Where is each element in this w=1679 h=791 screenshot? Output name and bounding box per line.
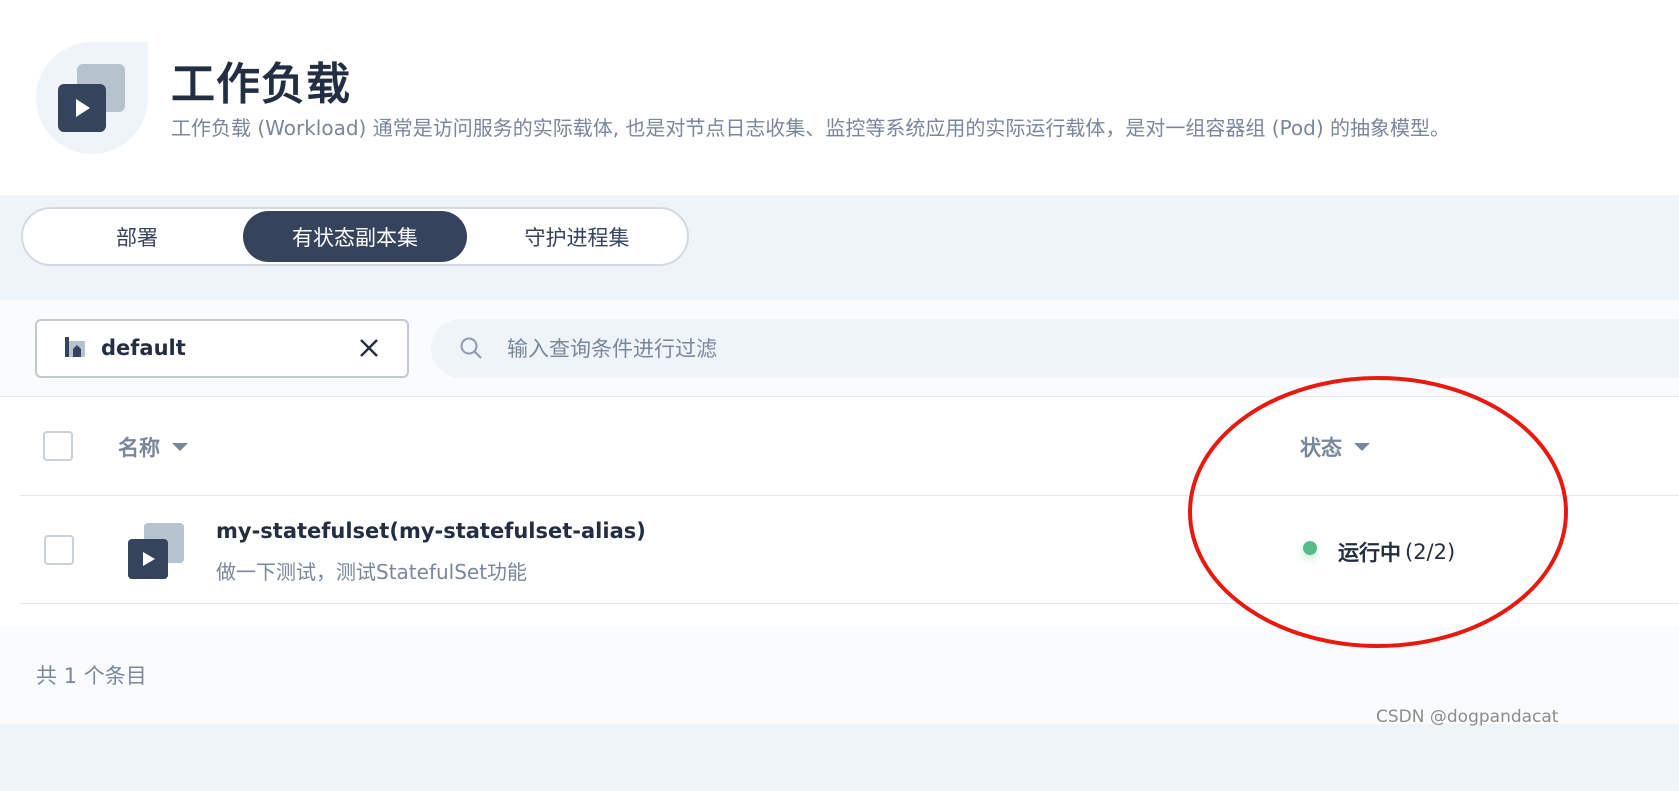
page-title: 工作负载 bbox=[171, 59, 351, 110]
sort-caret-icon bbox=[172, 443, 188, 451]
column-header-status[interactable]: 状态 bbox=[1300, 432, 1370, 462]
total-count: 共 1 个条目 bbox=[36, 664, 147, 688]
table-row: my-statefulset(my-statefulset-alias) 做一下… bbox=[20, 497, 1679, 604]
status-replica-count: (2/2) bbox=[1405, 540, 1456, 564]
list-toolbar: default bbox=[0, 300, 1679, 397]
status-cell: 运行中 (2/2) bbox=[1303, 537, 1455, 567]
tab-statefulsets[interactable]: 有状态副本集 bbox=[243, 211, 467, 262]
status-dot-icon bbox=[1303, 541, 1317, 555]
close-icon[interactable] bbox=[357, 336, 381, 360]
statefulset-icon bbox=[128, 523, 186, 579]
search-input[interactable] bbox=[507, 319, 1607, 378]
watermark: CSDN @dogpandacat bbox=[1376, 707, 1559, 727]
tab-daemonsets[interactable]: 守护进程集 bbox=[465, 211, 689, 262]
row-checkbox[interactable] bbox=[44, 535, 74, 565]
page-header: 工作负载 工作负载 (Workload) 通常是访问服务的实际载体, 也是对节点… bbox=[0, 0, 1679, 195]
play-icon bbox=[143, 552, 155, 566]
workload-description: 做一下测试，测试StatefulSet功能 bbox=[216, 560, 528, 584]
workloads-page: 工作负载 工作负载 (Workload) 通常是访问服务的实际载体, 也是对节点… bbox=[0, 0, 1679, 791]
search-bar bbox=[431, 319, 1679, 378]
sort-caret-icon bbox=[1354, 443, 1370, 451]
page-description: 工作负载 (Workload) 通常是访问服务的实际载体, 也是对节点日志收集、… bbox=[171, 116, 1451, 140]
workload-list-card: default 名称 状态 bbox=[0, 300, 1679, 724]
workload-icon bbox=[36, 42, 148, 154]
play-icon bbox=[76, 99, 90, 117]
workload-name-link[interactable]: my-statefulset(my-statefulset-alias) bbox=[216, 519, 646, 543]
namespace-selector[interactable]: default bbox=[35, 319, 409, 378]
table-header: 名称 状态 bbox=[20, 398, 1679, 496]
tab-deployments[interactable]: 部署 bbox=[25, 211, 249, 262]
workload-type-tabs: 部署 有状态副本集 守护进程集 bbox=[21, 207, 689, 266]
column-header-name[interactable]: 名称 bbox=[118, 432, 188, 462]
select-all-checkbox[interactable] bbox=[43, 431, 73, 461]
status-label: 运行中 bbox=[1338, 541, 1401, 565]
namespace-icon bbox=[65, 337, 85, 357]
search-icon bbox=[460, 337, 482, 359]
namespace-value: default bbox=[101, 336, 186, 360]
